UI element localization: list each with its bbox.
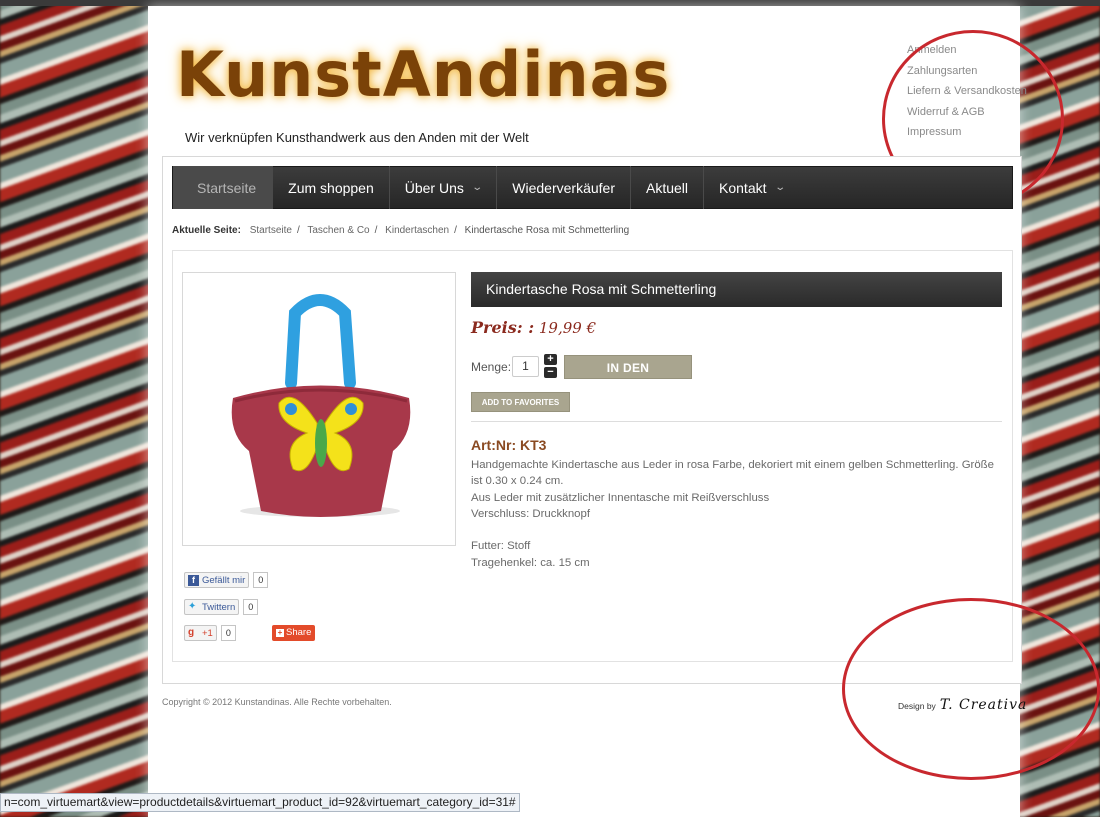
breadcrumb-item[interactable]: Startseite xyxy=(250,225,292,236)
copyright: Copyright © 2012 Kunstandinas. Alle Rech… xyxy=(162,697,392,707)
add-to-favorites-button[interactable]: ADD TO FAVORITES xyxy=(471,392,570,412)
facebook-count: 0 xyxy=(253,572,269,588)
quantity-stepper: + − xyxy=(544,354,557,380)
browser-status-bar: n=com_virtuemart&view=productdetails&vir… xyxy=(0,793,520,812)
product-title: Kindertasche Rosa mit Schmetterling xyxy=(471,272,1002,307)
google-plus-icon: g xyxy=(188,627,195,638)
chevron-down-icon: ⌄ xyxy=(471,182,483,193)
description-line: Aus Leder mit zusätzlicher Innentasche m… xyxy=(471,491,770,504)
plus-icon: + xyxy=(276,628,284,637)
main-navigation: Startseite Zum shoppen Über Uns ⌄ Wiederv… xyxy=(172,166,1013,209)
description-line: Handgemachte Kindertasche aus Leder in r… xyxy=(471,459,994,488)
plus-icon[interactable]: + xyxy=(544,354,557,365)
article-number: Art:Nr: KT3 xyxy=(471,437,547,453)
nav-label: Aktuell xyxy=(645,179,689,196)
chevron-down-icon: ⌄ xyxy=(773,182,786,193)
breadcrumb-item[interactable]: Kindertaschen xyxy=(385,225,449,236)
breadcrumb-current: Kindertasche Rosa mit Schmetterling xyxy=(464,225,630,236)
nav-label: Wiederverkäufer xyxy=(512,179,615,196)
nav-label: Über Uns xyxy=(404,179,464,196)
price-value: 19,99 € xyxy=(538,319,597,337)
minus-icon[interactable]: − xyxy=(544,367,557,378)
nav-label: Zum shoppen xyxy=(288,179,374,196)
facebook-like-button[interactable]: f Gefällt mir xyxy=(184,572,250,588)
share-label: Share xyxy=(286,627,312,638)
detail-line: Futter: Stoff xyxy=(471,540,531,553)
gplus-button[interactable]: g +1 xyxy=(184,625,217,641)
facebook-label: Gefällt mir xyxy=(202,574,246,586)
breadcrumb: Aktuelle Seite: Startseite / Taschen & Co… xyxy=(172,225,630,236)
product-image[interactable] xyxy=(182,272,456,546)
quantity-label: Menge: xyxy=(471,360,512,374)
divider xyxy=(471,421,1002,422)
product-price: Preis: : 19,99 € xyxy=(471,318,596,337)
twitter-label: Twittern xyxy=(202,601,236,613)
share-button[interactable]: + Share xyxy=(272,625,316,641)
gplus-share: g +1 0 xyxy=(184,625,236,641)
price-label: Preis: : xyxy=(471,318,535,337)
nav-label: Startseite xyxy=(197,179,257,196)
detail-line: Tragehenkel: ca. 15 cm xyxy=(471,556,590,569)
annotation-circle-bottom xyxy=(842,598,1100,780)
nav-startseite[interactable]: Startseite xyxy=(173,166,274,209)
nav-kontakt[interactable]: Kontakt ⌄ xyxy=(704,166,799,209)
breadcrumb-prefix: Aktuelle Seite: xyxy=(172,225,241,236)
quantity-input[interactable]: 1 xyxy=(512,356,539,377)
facebook-icon: f xyxy=(188,574,199,586)
gplus-label: +1 xyxy=(202,627,213,639)
twitter-bird-icon: ✦ xyxy=(188,601,197,612)
description-line: Verschluss: Druckknopf xyxy=(471,507,591,520)
nav-ueber-uns[interactable]: Über Uns ⌄ xyxy=(390,166,498,209)
twitter-count: 0 xyxy=(243,599,259,615)
nav-wiederverkaeufer[interactable]: Wiederverkäufer xyxy=(497,166,631,209)
nav-zum-shoppen[interactable]: Zum shoppen xyxy=(273,166,390,209)
site-tagline: Wir verknüpfen Kunsthandwerk aus den And… xyxy=(185,130,529,145)
twitter-share: ✦ Twittern 0 xyxy=(184,599,259,615)
facebook-like: f Gefällt mir 0 xyxy=(184,572,269,588)
twitter-button[interactable]: ✦ Twittern xyxy=(184,599,240,615)
nav-label: Kontakt xyxy=(719,179,767,196)
nav-aktuell[interactable]: Aktuell xyxy=(631,166,705,209)
breadcrumb-item[interactable]: Taschen & Co xyxy=(307,225,369,236)
bag-illustration xyxy=(231,294,411,517)
gplus-count: 0 xyxy=(220,625,236,641)
add-to-cart-button[interactable]: IN DEN WARENKORB xyxy=(564,355,692,399)
site-logo[interactable]: KunstAndinas xyxy=(176,30,670,120)
share-widget: + Share xyxy=(272,625,316,641)
product-description: Handgemachte Kindertasche aus Leder in r… xyxy=(471,457,1006,571)
